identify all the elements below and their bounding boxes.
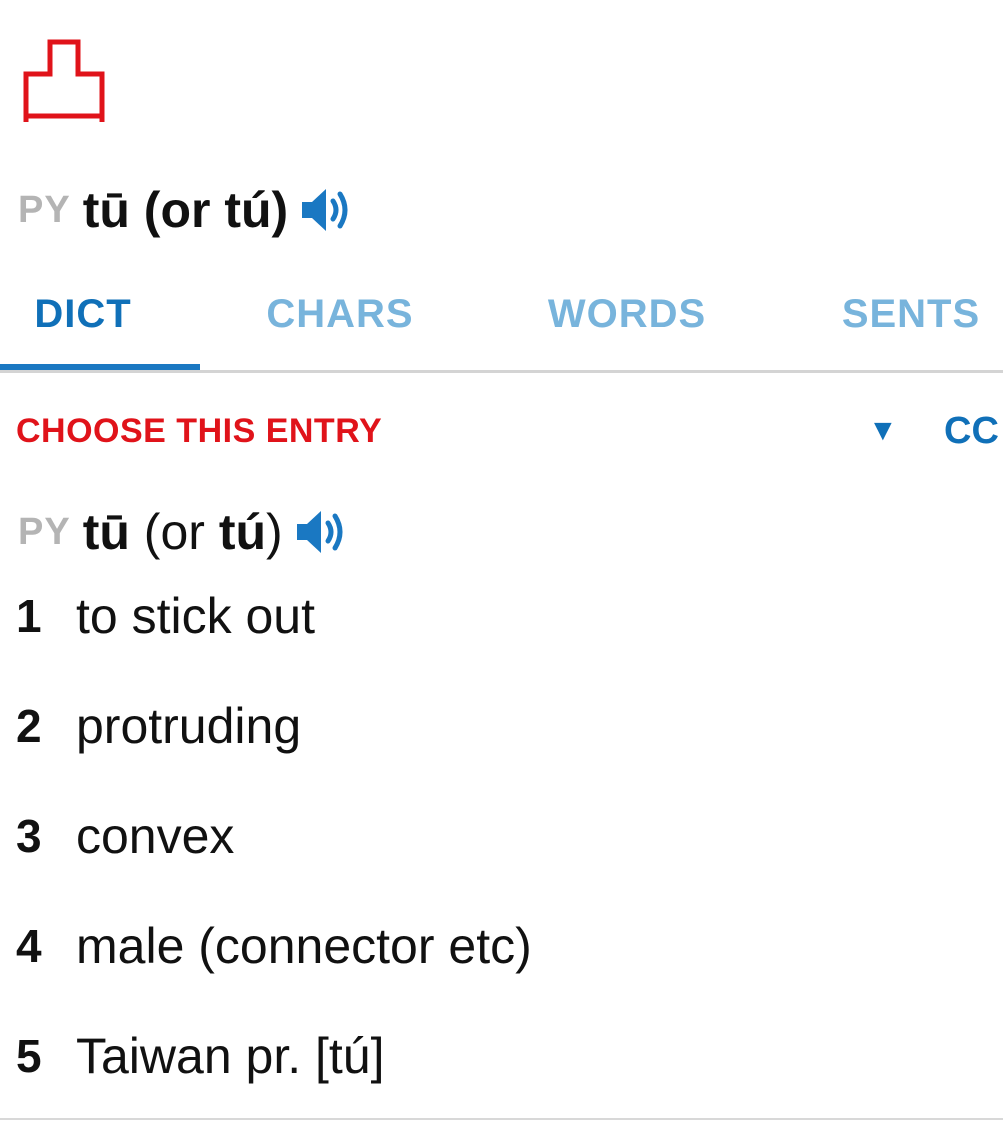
definition-text: convex [76,808,235,864]
py-tag: PY [18,510,71,553]
tab-chars[interactable]: CHARS [262,262,418,366]
headword-pinyin-row: PY tū (or tú) [18,178,358,242]
definition-text: protruding [76,698,302,754]
tab-words[interactable]: WORDS [542,262,712,366]
definition-number: 3 [16,810,42,862]
tabs-divider [0,370,1003,373]
bottom-divider [0,1118,1003,1120]
definition-number: 5 [16,1030,42,1082]
definition-number: 4 [16,920,42,972]
tab-sents[interactable]: SENTS [836,262,986,366]
tab-bar: DICT CHARS WORDS SENTS [0,262,1003,370]
entry-pinyin-alt: tú [218,504,267,560]
definition-text: male (connector etc) [76,918,532,974]
speaker-icon[interactable] [295,507,353,557]
tab-dict[interactable]: DICT [0,262,166,366]
dropdown-arrow-icon[interactable]: ▼ [868,414,898,448]
entry-pinyin-main: tū [82,504,130,560]
speaker-icon[interactable] [300,185,358,235]
definition-number: 2 [16,700,42,752]
source-label[interactable]: CC [944,410,999,453]
definition-text: to stick out [76,588,315,644]
definition-text: Taiwan pr. [tú] [76,1028,385,1084]
tu-character-glyph [23,39,105,122]
definition-number: 1 [16,590,42,642]
entry-pinyin-or: (or [129,504,219,560]
py-tag: PY [18,188,71,231]
entry-pinyin: tū (or tú) [83,503,283,561]
entry-pinyin-close: ) [266,504,283,560]
headword-pinyin: tū (or tú) [82,182,289,238]
choose-entry-button[interactable]: CHOOSE THIS ENTRY [16,412,382,451]
entry-pinyin-row: PY tū (or tú) [18,500,353,564]
